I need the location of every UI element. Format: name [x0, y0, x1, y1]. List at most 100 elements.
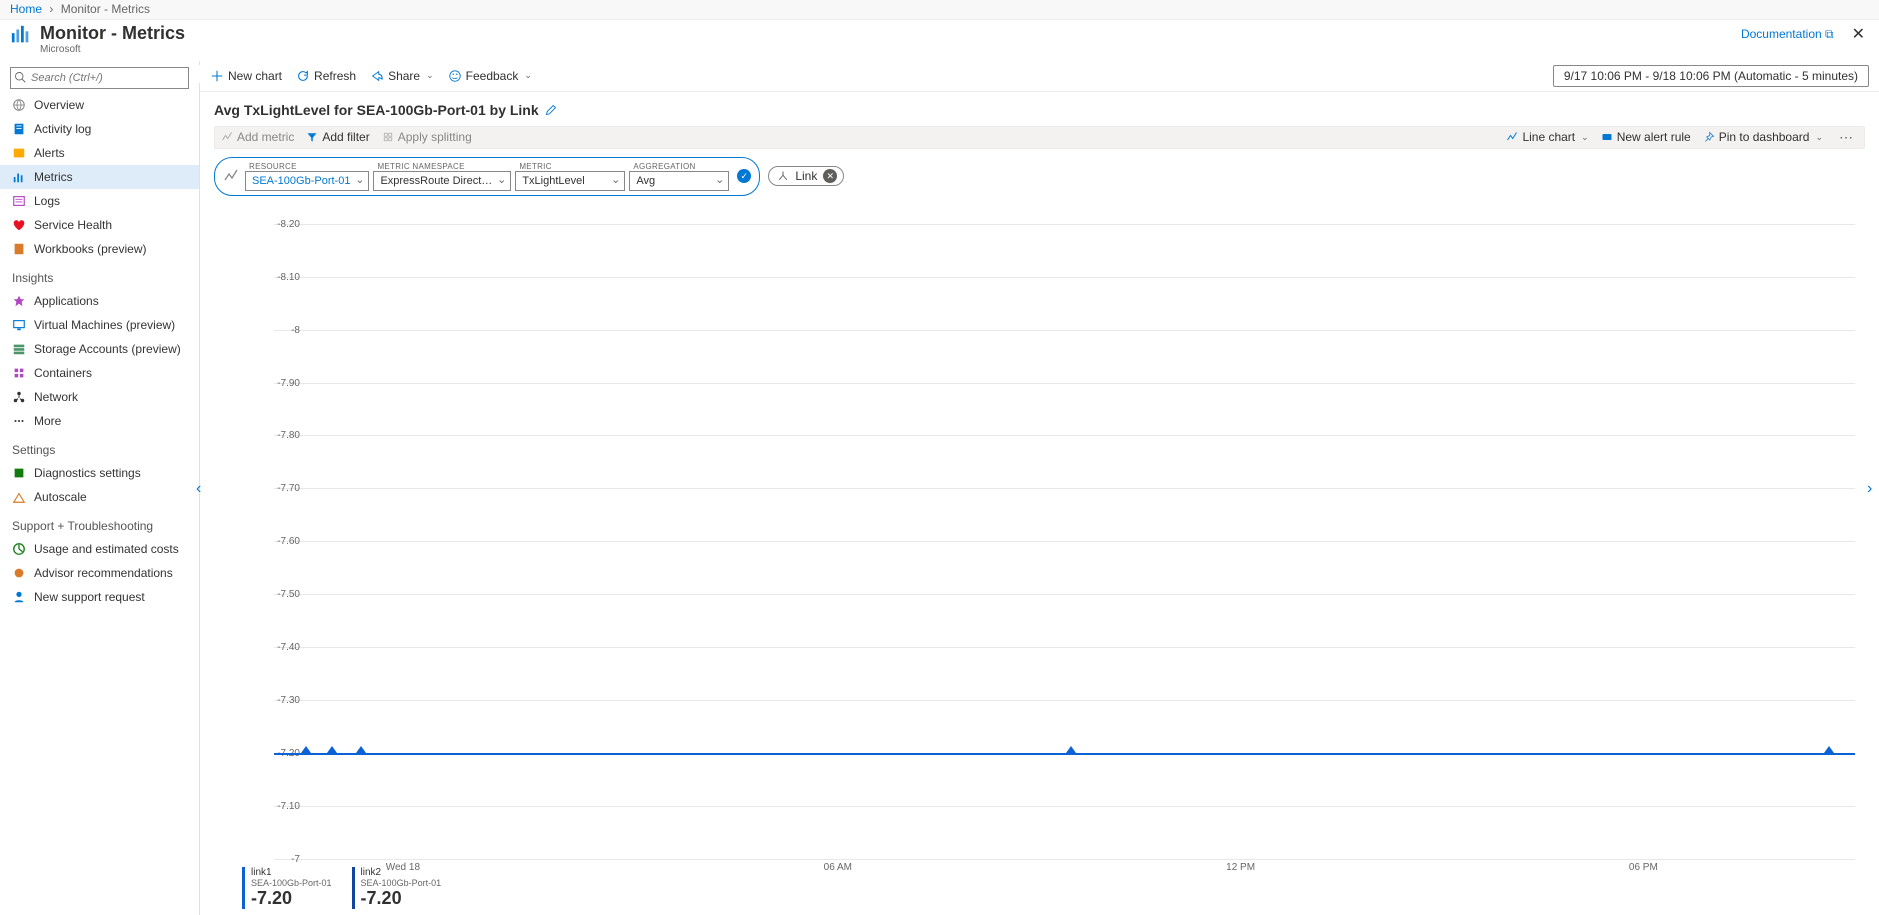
add-metric-button[interactable]: Add metric: [221, 130, 294, 144]
chevron-down-icon: ⌄: [426, 70, 434, 81]
gridline: -7.40: [274, 647, 1855, 648]
gridline: -8.20: [274, 224, 1855, 225]
chart-title: Avg TxLightLevel for SEA-100Gb-Port-01 b…: [214, 102, 539, 118]
gridline: -8.10: [274, 277, 1855, 278]
external-link-icon: ⧉: [1825, 27, 1834, 41]
sidebar-item-advisor[interactable]: Advisor recommendations: [0, 561, 199, 585]
y-tick: -8: [256, 325, 300, 336]
x-tick: 06 AM: [824, 862, 852, 873]
metric-selector-group: RESOURCE SEA-100Gb-Port-01 METRIC NAMESP…: [214, 157, 760, 196]
time-range-selector[interactable]: 9/17 10:06 PM - 9/18 10:06 PM (Automatic…: [1553, 65, 1869, 87]
sidebar-item-logs[interactable]: Logs: [0, 189, 199, 213]
metric-dropdown[interactable]: TxLightLevel: [515, 171, 625, 191]
gridline: -7.30: [274, 700, 1855, 701]
add-metric-icon: [221, 131, 233, 143]
metric-label: METRIC: [515, 162, 625, 171]
filter-icon: [306, 131, 318, 143]
sidebar-item-label: More: [34, 414, 61, 428]
search-input[interactable]: [10, 67, 189, 89]
search-icon: [14, 71, 26, 83]
sidebar-item-label: Autoscale: [34, 490, 87, 504]
sidebar-item-support[interactable]: New support request: [0, 585, 199, 609]
sidebar-item-servicehealth[interactable]: Service Health: [0, 213, 199, 237]
sidebar-item-vms[interactable]: Virtual Machines (preview): [0, 313, 199, 337]
remove-tag-icon[interactable]: ✕: [823, 169, 837, 183]
health-icon: [12, 218, 26, 232]
diag-icon: [12, 466, 26, 480]
sidebar-item-label: Storage Accounts (preview): [34, 342, 181, 356]
aggregation-label: AGGREGATION: [629, 162, 729, 171]
sidebar-item-label: Containers: [34, 366, 92, 380]
y-tick: -8.20: [256, 219, 300, 230]
chart-toolbar: New chart Refresh Share⌄ Feedback⌄ 9/17 …: [200, 61, 1879, 92]
share-button[interactable]: Share⌄: [370, 69, 434, 83]
data-marker: [1824, 746, 1834, 753]
new-alert-rule-button[interactable]: New alert rule: [1601, 130, 1691, 144]
aggregation-dropdown[interactable]: Avg: [629, 171, 729, 191]
sidebar-item-activity[interactable]: Activity log: [0, 117, 199, 141]
gridline: -7.10: [274, 806, 1855, 807]
close-button[interactable]: ✕: [1848, 24, 1869, 44]
sidebar-item-overview[interactable]: Overview: [0, 93, 199, 117]
plus-icon: [210, 69, 224, 83]
gridline: -7.60: [274, 541, 1855, 542]
chart-type-dropdown[interactable]: Line chart⌄: [1506, 130, 1588, 144]
workbook-icon: [12, 242, 26, 256]
sidebar-item-containers[interactable]: Containers: [0, 361, 199, 385]
sidebar-item-label: New support request: [34, 590, 145, 604]
sidebar-item-applications[interactable]: Applications: [0, 289, 199, 313]
more-options-button[interactable]: ⋯: [1835, 129, 1858, 146]
app-icon: [12, 294, 26, 308]
legend-item[interactable]: link2SEA-100Gb-Port-01-7.20: [352, 867, 442, 909]
metrics-icon: [12, 170, 26, 184]
new-chart-button[interactable]: New chart: [210, 69, 282, 83]
prev-chart-chevron[interactable]: ‹: [196, 480, 212, 496]
pin-icon: [1703, 131, 1715, 143]
sidebar-item-metrics[interactable]: Metrics: [0, 165, 199, 189]
metric-series-icon: [223, 168, 239, 184]
legend-item[interactable]: link1SEA-100Gb-Port-01-7.20: [242, 867, 332, 909]
sidebar-item-network[interactable]: Network: [0, 385, 199, 409]
next-chart-chevron[interactable]: ›: [1867, 480, 1879, 496]
breadcrumb-home[interactable]: Home: [10, 2, 42, 16]
breadcrumb: Home › Monitor - Metrics: [0, 0, 1879, 20]
sidebar-section-label: Insights: [0, 261, 199, 289]
sidebar-item-label: Workbooks (preview): [34, 242, 146, 256]
sidebar-section-label: Support + Troubleshooting: [0, 509, 199, 537]
storage-icon: [12, 342, 26, 356]
page-subtitle: Microsoft: [40, 44, 185, 55]
edit-title-icon[interactable]: [545, 104, 557, 116]
sidebar-item-autoscale[interactable]: Autoscale: [0, 485, 199, 509]
sidebar-item-workbooks[interactable]: Workbooks (preview): [0, 237, 199, 261]
vm-icon: [12, 318, 26, 332]
chart-legend: link1SEA-100Gb-Port-01-7.20 link2SEA-100G…: [214, 859, 1865, 909]
y-tick: -7.50: [256, 589, 300, 600]
documentation-link[interactable]: Documentation ⧉: [1741, 27, 1834, 42]
refresh-button[interactable]: Refresh: [296, 69, 356, 83]
sidebar-item-storage[interactable]: Storage Accounts (preview): [0, 337, 199, 361]
alert-icon: [12, 146, 26, 160]
chart-plot-area[interactable]: -8.20-8.10-8-7.90-7.80-7.70-7.60-7.50-7.…: [244, 224, 1855, 859]
share-icon: [370, 69, 384, 83]
sidebar-item-label: Virtual Machines (preview): [34, 318, 175, 332]
gridline: -7.70: [274, 488, 1855, 489]
x-tick: 06 PM: [1629, 862, 1658, 873]
globe-icon: [12, 98, 26, 112]
apply-splitting-button[interactable]: Apply splitting: [382, 130, 472, 144]
add-filter-button[interactable]: Add filter: [306, 130, 369, 144]
split-by-tag[interactable]: Link ✕: [768, 166, 844, 186]
sidebar-item-more[interactable]: More: [0, 409, 199, 433]
data-marker: [1066, 746, 1076, 753]
resource-label: RESOURCE: [245, 162, 369, 171]
sidebar-item-usage[interactable]: Usage and estimated costs: [0, 537, 199, 561]
sidebar-item-diag[interactable]: Diagnostics settings: [0, 461, 199, 485]
sidebar-item-label: Advisor recommendations: [34, 566, 173, 580]
resource-dropdown[interactable]: SEA-100Gb-Port-01: [245, 171, 369, 191]
sidebar-item-alerts[interactable]: Alerts: [0, 141, 199, 165]
sidebar-item-label: Metrics: [34, 170, 73, 184]
chevron-down-icon: ⌄: [1815, 132, 1823, 143]
feedback-button[interactable]: Feedback⌄: [448, 69, 532, 83]
container-icon: [12, 366, 26, 380]
pin-to-dashboard-button[interactable]: Pin to dashboard⌄: [1703, 130, 1823, 144]
namespace-dropdown[interactable]: ExpressRoute Direct…: [373, 171, 511, 191]
